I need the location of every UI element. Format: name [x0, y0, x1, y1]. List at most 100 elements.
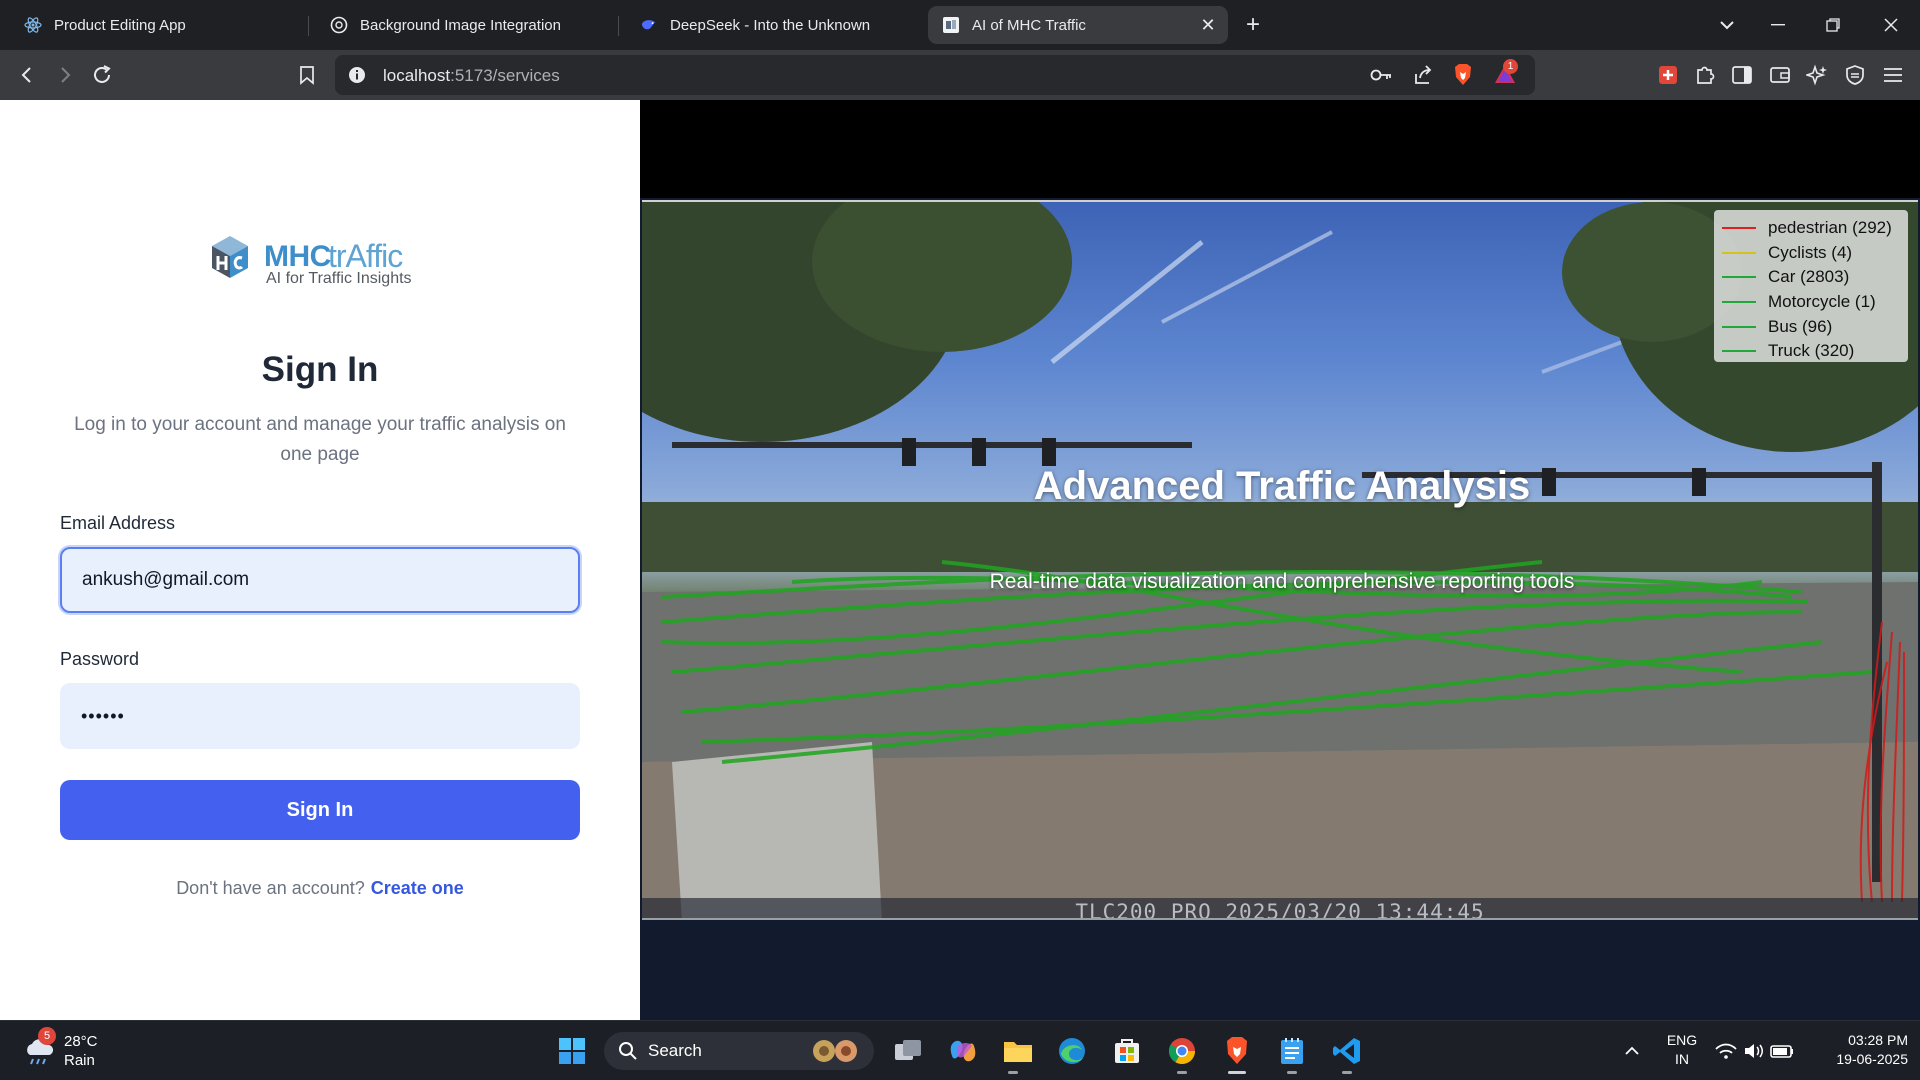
- url-path: :5173/services: [450, 66, 560, 85]
- edge-icon[interactable]: [1052, 1031, 1092, 1071]
- legend-item: pedestrian (292): [1722, 216, 1908, 241]
- language-code: ENG: [1666, 1032, 1698, 1048]
- page-subtitle: Log in to your account and manage your t…: [74, 414, 566, 465]
- reload-icon[interactable]: [89, 62, 115, 88]
- share-icon[interactable]: [1412, 64, 1434, 91]
- tab-ai-mhc-traffic[interactable]: AI of MHC Traffic ✕: [928, 6, 1228, 44]
- extension-red-icon[interactable]: [1655, 62, 1681, 88]
- brave-shields-icon[interactable]: [1452, 63, 1474, 92]
- password-field[interactable]: ••••••: [60, 683, 580, 749]
- signup-prompt: Don't have an account? Create one: [0, 878, 640, 899]
- language-indicator[interactable]: ENG IN: [1662, 1031, 1702, 1069]
- camera-timestamp: TLC200 PRO 2025/03/20 13:44:45: [1075, 900, 1485, 920]
- close-tab-icon[interactable]: ✕: [1198, 15, 1218, 35]
- password-key-icon[interactable]: [1370, 65, 1394, 90]
- active-indicator: [1228, 1071, 1246, 1074]
- hero-panel: Advanced Traffic Analysis Real-time data…: [640, 100, 1920, 1020]
- sidebar-toggle-icon[interactable]: [1729, 62, 1755, 88]
- tab-divider: [618, 16, 619, 36]
- legend-swatch: [1722, 325, 1756, 328]
- forward-icon[interactable]: [52, 62, 78, 88]
- legend-swatch: [1722, 227, 1756, 230]
- chrome-icon[interactable]: [1162, 1031, 1202, 1071]
- brave-browser-icon[interactable]: [1217, 1031, 1257, 1071]
- site-info-icon[interactable]: [347, 65, 367, 90]
- legend-swatch: [1722, 276, 1756, 279]
- task-view-icon[interactable]: [888, 1031, 928, 1071]
- windows-taskbar: 5 28°C Rain Search ENG IN 03:28 PM 19-06…: [0, 1020, 1920, 1080]
- utility-box: [672, 742, 882, 918]
- react-icon: [24, 16, 42, 34]
- clock-time: 03:28 PM: [1848, 1032, 1908, 1048]
- signal-arm: [672, 442, 1192, 448]
- extensions-puzzle-icon[interactable]: [1692, 62, 1718, 88]
- minimize-icon[interactable]: [1763, 12, 1793, 38]
- tab-strip: Product Editing App Background Image Int…: [0, 0, 1920, 50]
- legend-item: Motorcycle (1): [1722, 290, 1908, 315]
- tab-divider: [308, 16, 309, 36]
- url-text: localhost:5173/services: [383, 66, 560, 86]
- tree-line: [642, 502, 1918, 572]
- legend-label: Bus (96): [1768, 316, 1833, 336]
- running-indicator: [1177, 1071, 1187, 1074]
- weather-alert-badge: 5: [38, 1027, 56, 1045]
- file-explorer-icon[interactable]: [998, 1031, 1038, 1071]
- copilot-icon[interactable]: [943, 1031, 983, 1071]
- create-account-link[interactable]: Create one: [371, 878, 464, 898]
- weather-widget[interactable]: 5 28°C Rain: [20, 1027, 140, 1073]
- search-label: Search: [648, 1041, 702, 1060]
- tab-product-editing[interactable]: Product Editing App: [10, 6, 310, 44]
- bookmark-icon[interactable]: [294, 62, 320, 88]
- microsoft-store-icon[interactable]: [1107, 1031, 1147, 1071]
- tab-background-image[interactable]: Background Image Integration: [316, 6, 616, 44]
- leo-ai-icon[interactable]: [1804, 62, 1830, 88]
- mhc-traffic-logo: MHC trAffic AI for Traffic Insights: [208, 230, 433, 290]
- restore-icon[interactable]: [1818, 12, 1848, 38]
- legend-swatch: [1722, 350, 1756, 353]
- system-clock[interactable]: 03:28 PM 19-06-2025: [1808, 1031, 1908, 1069]
- logo-mhc-text: MHC: [264, 240, 331, 273]
- tab-label: DeepSeek - Into the Unknown: [670, 16, 871, 34]
- hero-top-bar: [640, 100, 1920, 198]
- browser-toolbar: localhost:5173/services 1: [0, 50, 1920, 100]
- wallet-icon[interactable]: [1767, 62, 1793, 88]
- rewards-badge: 1: [1503, 59, 1518, 74]
- menu-icon[interactable]: [1880, 62, 1906, 88]
- running-indicator: [1008, 1071, 1018, 1074]
- password-label: Password: [60, 649, 140, 669]
- chevron-up-icon[interactable]: [1612, 1031, 1652, 1071]
- system-tray-status[interactable]: [1710, 1031, 1800, 1071]
- legend-label: Cyclists (4): [1768, 242, 1853, 262]
- vscode-icon[interactable]: [1327, 1031, 1367, 1071]
- weather-temperature: 28°C: [64, 1033, 98, 1050]
- email-field[interactable]: ankush@gmail.com: [60, 547, 580, 613]
- hero-title: Advanced Traffic Analysis: [1033, 464, 1531, 508]
- legend-label: pedestrian (292): [1768, 218, 1892, 238]
- signal-head: [1692, 468, 1706, 496]
- sign-in-button[interactable]: Sign In: [60, 780, 580, 840]
- legend-swatch: [1722, 251, 1756, 254]
- email-label: Email Address: [60, 513, 176, 533]
- address-bar[interactable]: localhost:5173/services 1: [335, 55, 1535, 95]
- tab-deepseek[interactable]: DeepSeek - Into the Unknown: [626, 6, 926, 44]
- new-tab-button[interactable]: +: [1240, 11, 1266, 38]
- windows-start-icon[interactable]: [552, 1031, 592, 1071]
- clock-date: 19-06-2025: [1836, 1051, 1908, 1067]
- signal-head: [902, 438, 916, 466]
- search-icon: [619, 1042, 637, 1060]
- weather-condition: Rain: [64, 1052, 95, 1069]
- close-window-icon[interactable]: [1876, 12, 1906, 38]
- vpn-shield-icon[interactable]: [1842, 62, 1868, 88]
- tab-label: Product Editing App: [54, 16, 186, 34]
- volume-icon: [1745, 1044, 1763, 1058]
- taskbar-search[interactable]: Search: [604, 1032, 874, 1070]
- running-indicator: [1287, 1071, 1297, 1074]
- login-panel: MHC trAffic AI for Traffic Insights Sign…: [0, 100, 640, 1020]
- running-indicator: [1342, 1071, 1352, 1074]
- tab-search-chevron-icon[interactable]: [1712, 12, 1742, 38]
- logo-cube-icon: [212, 236, 248, 278]
- notepad-icon[interactable]: [1272, 1031, 1312, 1071]
- url-host: localhost: [383, 66, 451, 85]
- legend-label: Truck (320): [1768, 341, 1855, 361]
- back-icon[interactable]: [14, 62, 40, 88]
